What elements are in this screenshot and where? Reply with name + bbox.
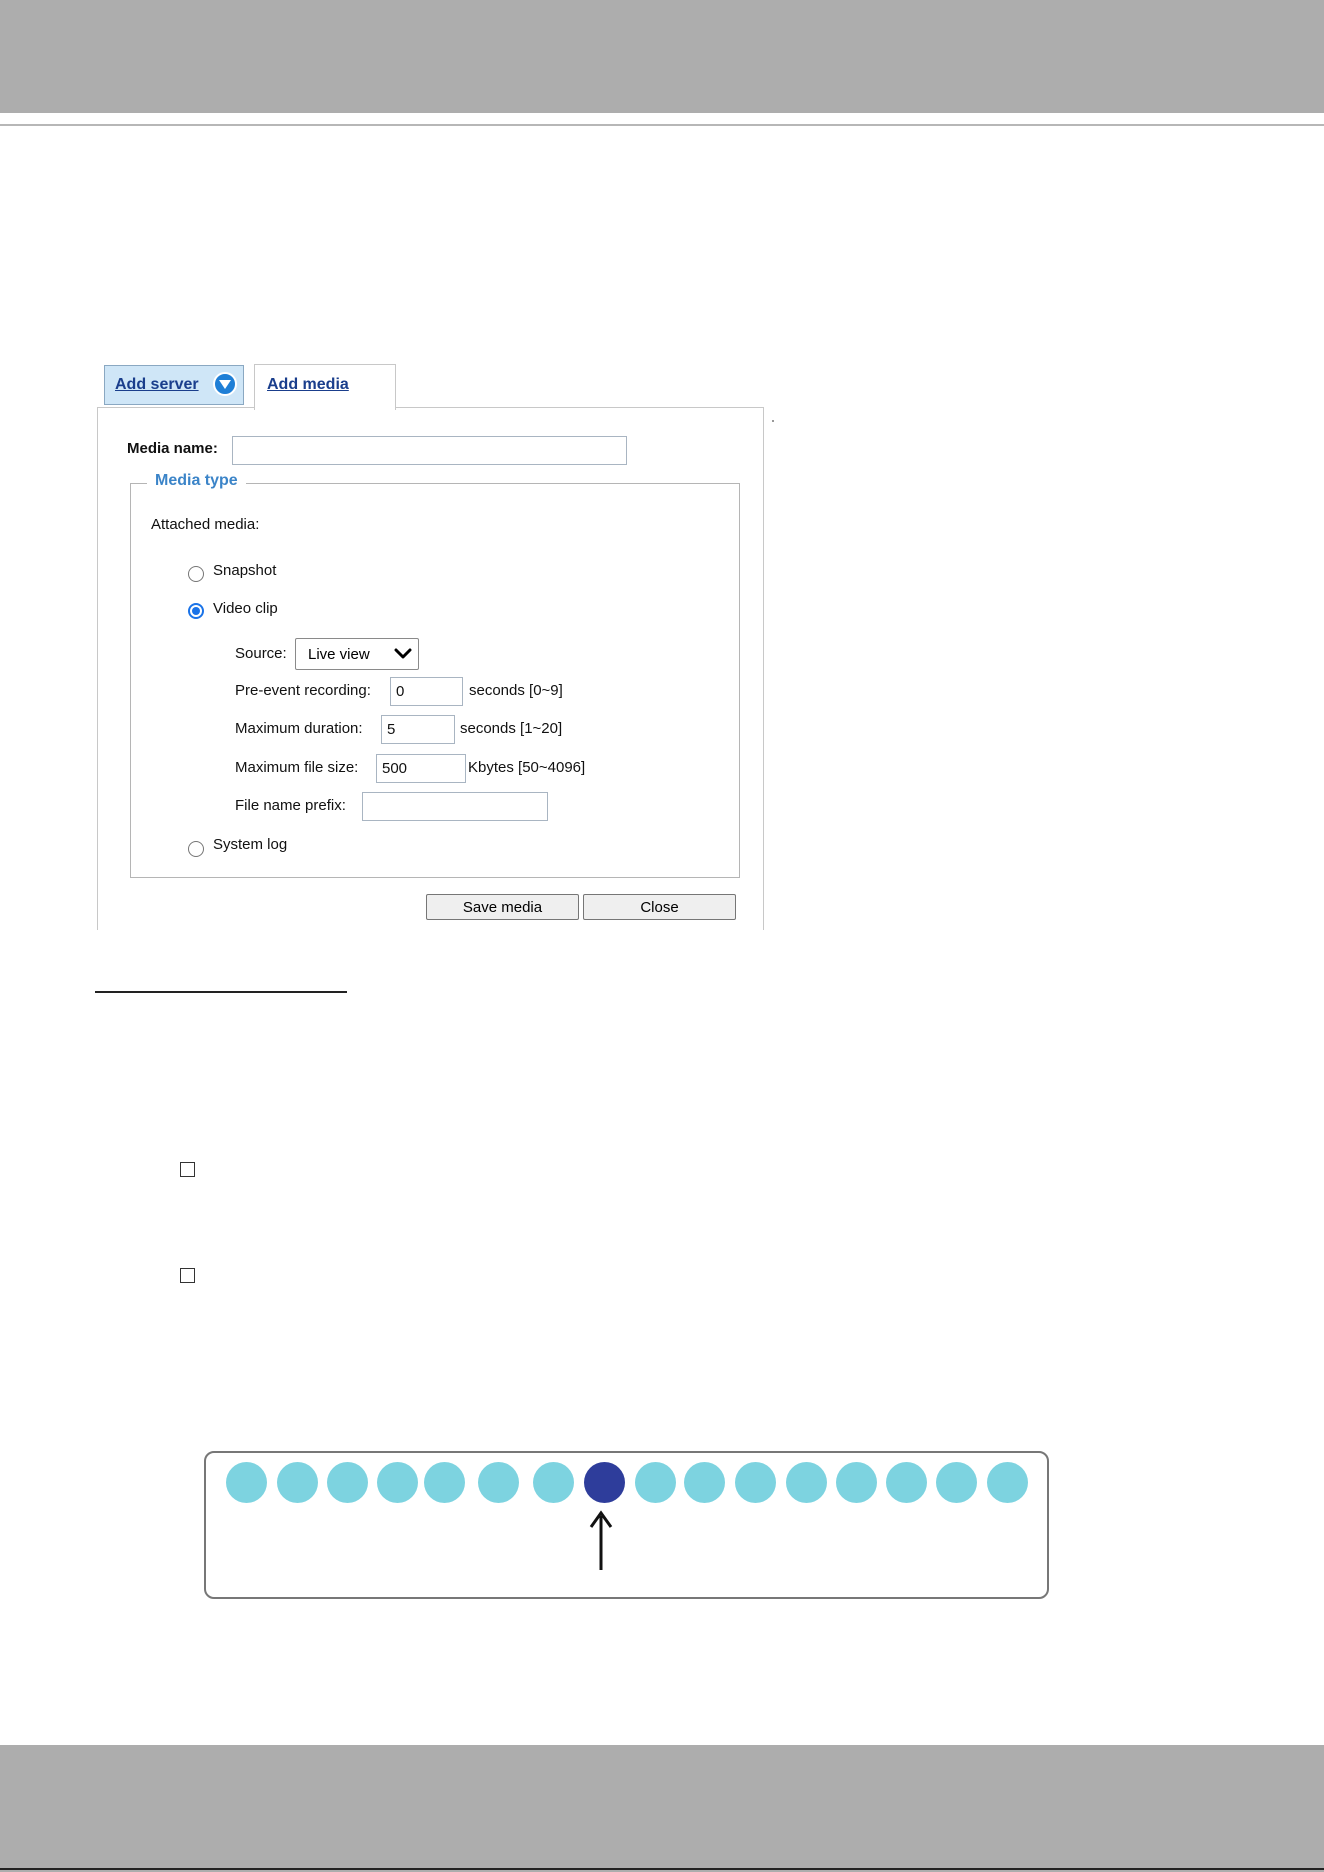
expand-down-icon[interactable]	[213, 372, 237, 396]
sequence-dot	[936, 1462, 977, 1503]
page-footer-bar	[0, 1745, 1324, 1872]
sequence-dot	[478, 1462, 519, 1503]
source-select-value: Live view	[308, 646, 370, 663]
tab-add-server[interactable]: Add server	[104, 365, 244, 405]
max-file-size-range: Kbytes [50~4096]	[468, 759, 586, 776]
sequence-dot	[635, 1462, 676, 1503]
checkbox-1[interactable]	[180, 1162, 195, 1177]
source-label: Source:	[235, 645, 287, 662]
sequence-dot	[886, 1462, 927, 1503]
section-underline	[95, 991, 347, 993]
max-file-size-input[interactable]	[376, 754, 466, 783]
tab-add-media-label[interactable]: Add media	[267, 376, 349, 394]
header-divider	[0, 124, 1324, 126]
panel-border	[395, 407, 763, 408]
checkbox-2[interactable]	[180, 1268, 195, 1283]
pre-event-label: Pre-event recording:	[235, 682, 371, 699]
video-clip-radio[interactable]	[188, 603, 204, 619]
attached-media-label: Attached media:	[151, 516, 260, 533]
sequence-dot	[533, 1462, 574, 1503]
max-duration-label: Maximum duration:	[235, 720, 363, 737]
up-arrow-icon	[589, 1510, 613, 1570]
panel-corner-mark	[772, 420, 774, 422]
system-log-radio[interactable]	[188, 841, 204, 857]
video-clip-label[interactable]: Video clip	[213, 600, 278, 617]
snapshot-radio[interactable]	[188, 566, 204, 582]
snapshot-label[interactable]: Snapshot	[213, 562, 276, 579]
footer-rule	[0, 1868, 1324, 1870]
max-file-size-label: Maximum file size:	[235, 759, 359, 776]
tab-add-media[interactable]: Add media	[254, 364, 396, 410]
panel-border	[97, 407, 98, 930]
sequence-dot	[327, 1462, 368, 1503]
sequence-dot	[735, 1462, 776, 1503]
sequence-dot-current	[584, 1462, 625, 1503]
file-name-prefix-label: File name prefix:	[235, 797, 346, 814]
tab-add-server-label[interactable]: Add server	[115, 376, 199, 394]
page-header-bar	[0, 0, 1324, 113]
sequence-dot	[987, 1462, 1028, 1503]
panel-border	[97, 407, 254, 408]
sequence-dot	[277, 1462, 318, 1503]
pre-event-input[interactable]	[390, 677, 463, 706]
sequence-dot	[226, 1462, 267, 1503]
sequence-dot	[786, 1462, 827, 1503]
sequence-dot	[377, 1462, 418, 1503]
sequence-dot	[424, 1462, 465, 1503]
system-log-label[interactable]: System log	[213, 836, 287, 853]
file-name-prefix-input[interactable]	[362, 792, 548, 821]
media-name-label: Media name:	[127, 440, 218, 457]
sequence-dot	[836, 1462, 877, 1503]
chevron-down-icon	[394, 647, 412, 666]
sequence-dot	[684, 1462, 725, 1503]
pre-event-range: seconds [0~9]	[469, 682, 563, 699]
media-name-input[interactable]	[232, 436, 627, 465]
max-duration-input[interactable]	[381, 715, 455, 744]
panel-border	[763, 407, 764, 930]
close-button[interactable]: Close	[583, 894, 736, 920]
save-media-button[interactable]: Save media	[426, 894, 579, 920]
source-select[interactable]: Live view	[295, 638, 419, 670]
max-duration-range: seconds [1~20]	[460, 720, 563, 737]
media-type-legend: Media type	[147, 472, 246, 490]
